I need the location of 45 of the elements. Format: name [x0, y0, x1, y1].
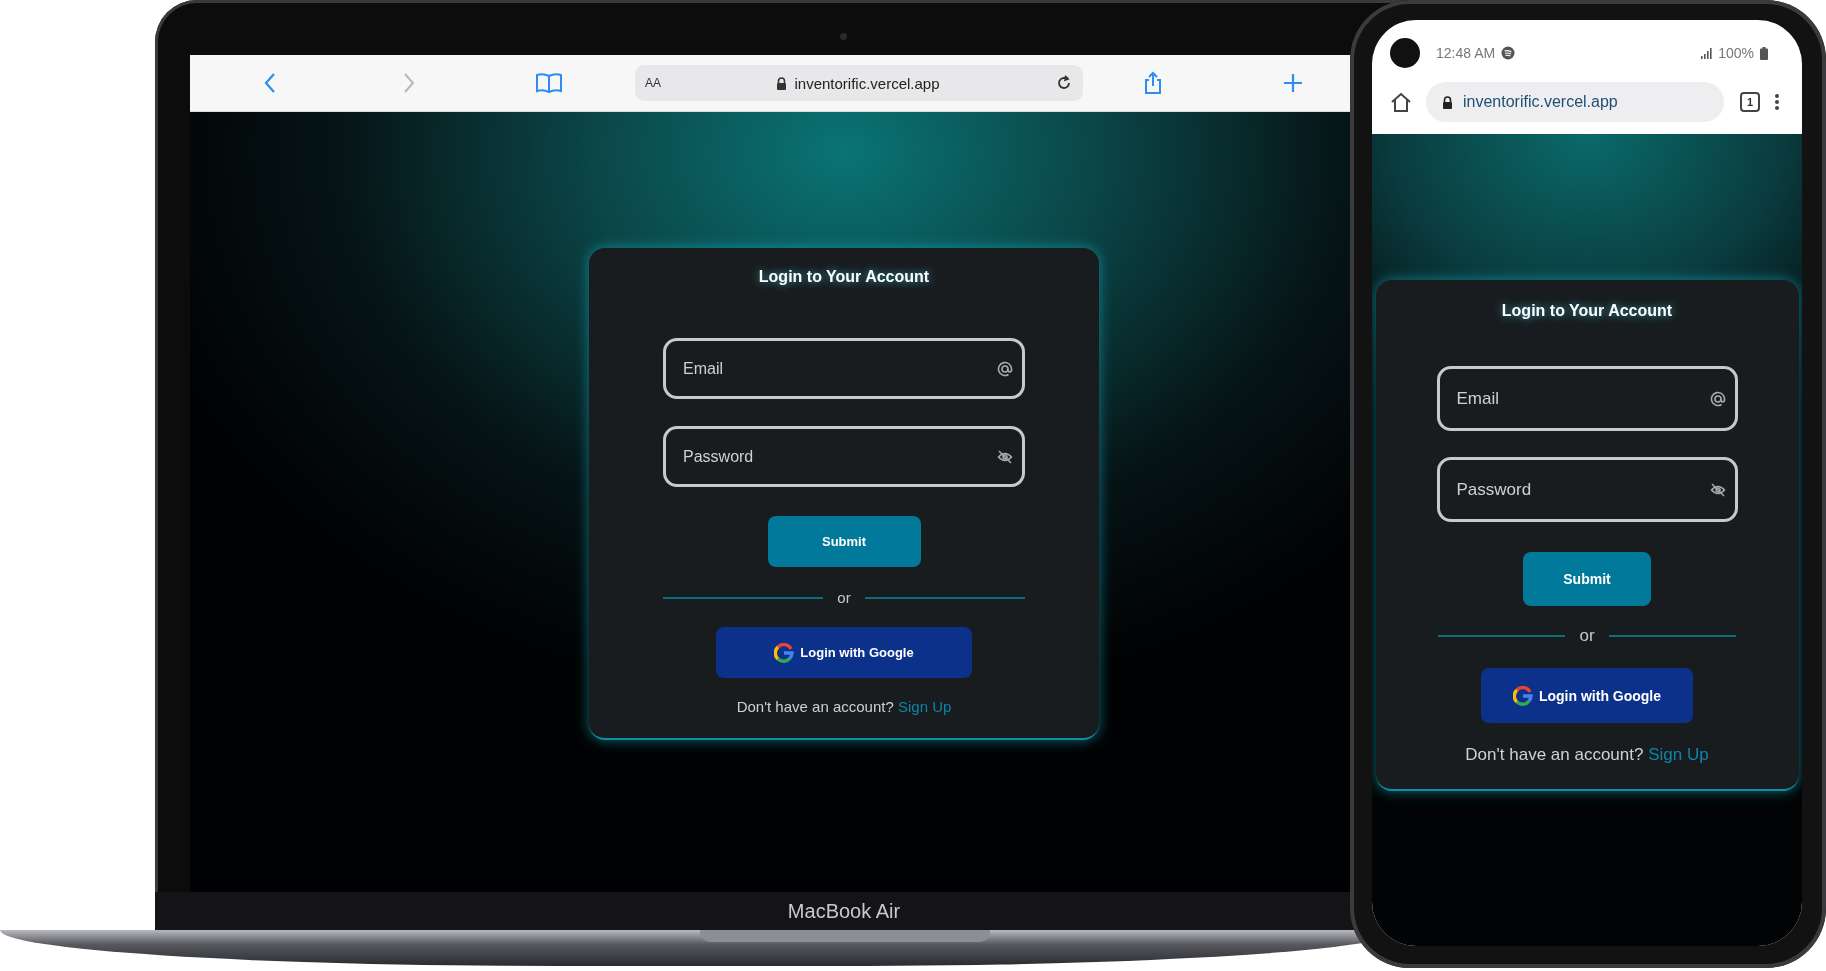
google-g-icon — [1512, 685, 1533, 706]
at-sign-icon — [1709, 390, 1726, 407]
laptop-model-label: MacBook Air — [787, 899, 901, 923]
divider-label: or — [837, 589, 851, 606]
google-login-button[interactable]: Login with Google — [1481, 668, 1693, 723]
signal-icon — [1700, 47, 1713, 59]
plus-icon[interactable] — [1283, 73, 1303, 93]
google-g-icon — [774, 642, 795, 663]
submit-button[interactable]: Submit — [1523, 552, 1651, 606]
sign-up-link[interactable]: Sign Up — [1648, 745, 1709, 764]
url-text: inventorific.vercel.app — [794, 74, 940, 92]
input-field[interactable]: Email — [1436, 366, 1738, 431]
eye-off-icon[interactable] — [1709, 481, 1726, 498]
share-icon[interactable] — [1143, 71, 1163, 95]
reload-icon[interactable] — [1055, 74, 1073, 92]
back-icon[interactable] — [263, 72, 277, 94]
book-icon[interactable] — [535, 72, 563, 94]
signup-prompt: Don't have an account? Sign Up — [1465, 745, 1709, 765]
submit-button[interactable]: Submit — [767, 516, 921, 567]
input-field[interactable]: Password — [1436, 457, 1738, 522]
notification-icon — [1501, 46, 1516, 60]
camera-icon — [840, 33, 847, 40]
sign-up-link[interactable]: Sign Up — [897, 698, 952, 715]
input-field[interactable]: Password — [663, 426, 1025, 487]
more-menu-icon[interactable] — [1774, 93, 1780, 111]
battery-icon — [1760, 46, 1768, 60]
login-title: Login to Your Account — [758, 268, 930, 286]
home-icon[interactable] — [1390, 92, 1412, 112]
login-title: Login to Your Account — [1501, 302, 1673, 320]
eye-off-icon[interactable] — [997, 448, 1013, 465]
camera-icon — [1390, 38, 1420, 68]
battery-percent: 100% — [1718, 45, 1754, 61]
input-field[interactable]: Email — [663, 338, 1025, 399]
lock-icon — [1442, 95, 1453, 109]
signup-prompt: Don't have an account? Sign Up — [736, 698, 952, 716]
url-text: inventorific.vercel.app — [1463, 93, 1618, 111]
text-size-button[interactable]: AA — [645, 76, 661, 90]
address-bar[interactable]: inventorific.vercel.app — [1426, 82, 1724, 122]
lock-icon — [776, 76, 788, 90]
divider-label: or — [1579, 626, 1595, 646]
address-bar[interactable]: AA inventorific.vercel.app — [635, 65, 1083, 101]
tab-count-button[interactable]: 1 — [1740, 92, 1760, 112]
at-sign-icon — [997, 360, 1013, 377]
clock-text: 12:48 AM — [1436, 45, 1496, 61]
google-login-button[interactable]: Login with Google — [716, 627, 972, 678]
